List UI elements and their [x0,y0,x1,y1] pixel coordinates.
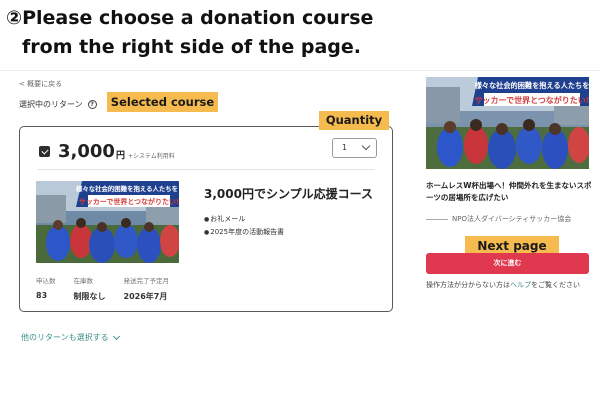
stat-value: 制限なし [73,292,106,301]
chevron-down-icon [361,141,371,151]
org-dash [426,218,448,220]
stat-stock: 在庫数 制限なし [74,275,106,302]
header-divider [0,70,600,71]
card-divider [37,169,375,170]
stat-label: 在庫数 [73,277,94,285]
project-image-caption-1: 様々な社会的困難を抱える人たちを [475,81,589,90]
course-stats: 申込数 83 在庫数 制限なし 発送完了予定月 2026年7月 [36,275,169,302]
course-image-caption-2: サッカーで世界とつながりたい! [79,197,179,206]
organization-name[interactable]: NPO法人ダイバーシティサッカー協会 [452,214,571,224]
callout-quantity: Quantity [319,111,389,130]
help-note: 操作方法が分からない方はヘルプをご覧ください [426,280,580,290]
course-price: 3,000 [58,141,115,162]
course-price-row: 3,000 円 +システム利用料 [39,141,175,162]
selected-return-heading: 選択中のリターン ? [19,99,97,110]
project-title[interactable]: ホームレスW杯出場へ！仲間外れを生まないスポーツの居場所を広げたい [426,180,594,204]
course-items-list: お礼メール 2025年度の活動報告書 [204,213,284,239]
selected-return-label: 選択中のリターン [19,100,83,109]
course-image-caption-1: 様々な社会的困難を抱える人たちを [76,184,178,193]
quantity-select[interactable]: 1 [332,138,377,158]
select-other-returns-link[interactable]: 他のリターンも選択する [21,332,120,343]
stat-label: 発送完了予定月 [123,277,170,285]
back-to-overview-link[interactable]: < 概要に戻る [19,79,62,89]
chevron-down-icon [112,332,120,340]
step-instruction-title: ②Please choose a donation course from th… [6,4,373,62]
next-button[interactable]: 次に進む [426,253,589,274]
stat-value: 2026年7月 [123,292,168,301]
help-link[interactable]: ヘルプ [510,281,531,289]
step-title-line-1: ②Please choose a donation course [6,7,374,29]
project-image: 様々な社会的困難を抱える人たちを サッカーで世界とつながりたい! [426,77,589,169]
question-circle-icon[interactable]: ? [87,100,97,109]
system-fee-note: +システム利用料 [127,152,175,160]
course-item: お礼メール [204,213,284,226]
stat-label: 申込数 [36,277,56,285]
select-other-returns-label: 他のリターンも選択する [21,333,109,342]
callout-selected-course: Selected course [107,92,218,112]
stat-applications: 申込数 83 [36,275,56,302]
course-checkbox[interactable] [39,146,50,157]
stat-shipping-month: 発送完了予定月 2026年7月 [124,275,170,302]
help-prefix: 操作方法が分からない方は [426,281,510,289]
organization-row: NPO法人ダイバーシティサッカー協会 [426,214,571,224]
help-suffix: をご覧ください [531,281,580,289]
selected-course-card: 3,000 円 +システム利用料 1 様々な社会的困難を抱える人たちを サッカー… [19,126,393,312]
stat-value: 83 [36,291,48,300]
course-image: 様々な社会的困難を抱える人たちを サッカーで世界とつながりたい! [36,181,179,263]
step-title-line-2: from the right side of the page. [22,36,362,58]
course-item: 2025年度の活動報告書 [204,226,284,239]
course-price-unit: 円 [115,150,125,161]
quantity-value: 1 [342,143,348,152]
course-title: 3,000円でシンプル応援コース [204,187,373,201]
project-image-caption-2: サッカーで世界とつながりたい! [475,95,589,105]
